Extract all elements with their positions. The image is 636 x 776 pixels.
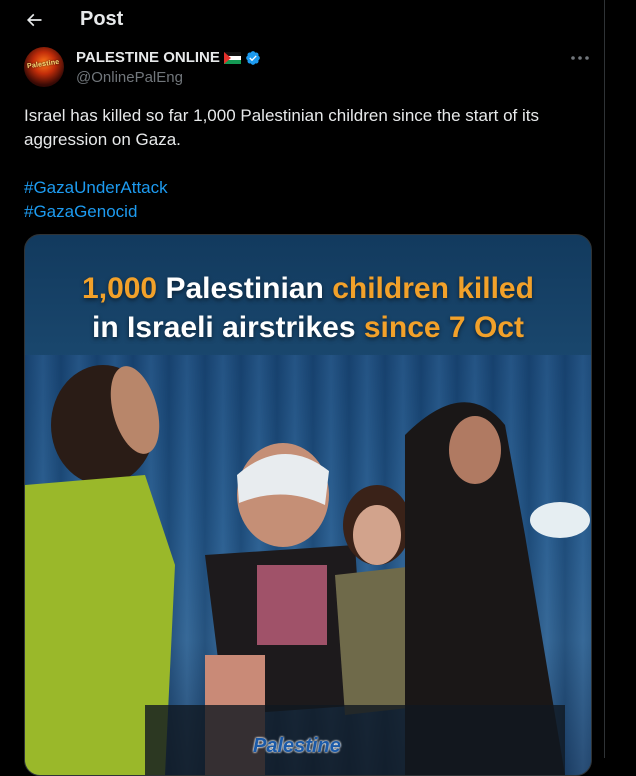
more-options-icon[interactable] (568, 50, 592, 66)
verified-badge-icon[interactable] (245, 50, 261, 66)
headline-text: Palestinian (157, 272, 333, 305)
media-headline: 1,000 Palestinian children killed in Isr… (25, 269, 591, 347)
author-name-row: PALESTINE ONLINE (76, 49, 261, 66)
post-header: Post (0, 0, 604, 40)
avatar[interactable]: Palestine (24, 47, 64, 87)
headline-highlight: since 7 Oct (363, 311, 524, 344)
palestine-flag-icon (223, 51, 241, 64)
tweet-media-image[interactable]: 1,000 Palestinian children killed in Isr… (24, 234, 592, 776)
tweet-text: Israel has killed so far 1,000 Palestini… (24, 106, 539, 149)
headline-highlight: children killed (332, 272, 534, 305)
arrow-left-icon (26, 13, 42, 27)
headline-text: in Israeli airstrikes (92, 311, 364, 344)
page-title: Post (80, 8, 124, 30)
author-handle[interactable]: @OnlinePalEng (76, 69, 183, 86)
hashtag-list: #GazaUnderAttack #GazaGenocid (24, 176, 168, 224)
author-display-name[interactable]: PALESTINE ONLINE (76, 49, 220, 66)
back-button[interactable] (22, 8, 46, 32)
headline-number: 1,000 (82, 272, 158, 305)
post-column: Post Palestine PALESTINE ONLINE @OnlineP… (0, 0, 605, 776)
hashtag-link[interactable]: #GazaUnderAttack (24, 176, 168, 200)
hashtag-link[interactable]: #GazaGenocid (24, 200, 168, 224)
avatar-logo-text: Palestine (26, 58, 60, 71)
media-watermark-logo: Palestine (253, 735, 341, 757)
